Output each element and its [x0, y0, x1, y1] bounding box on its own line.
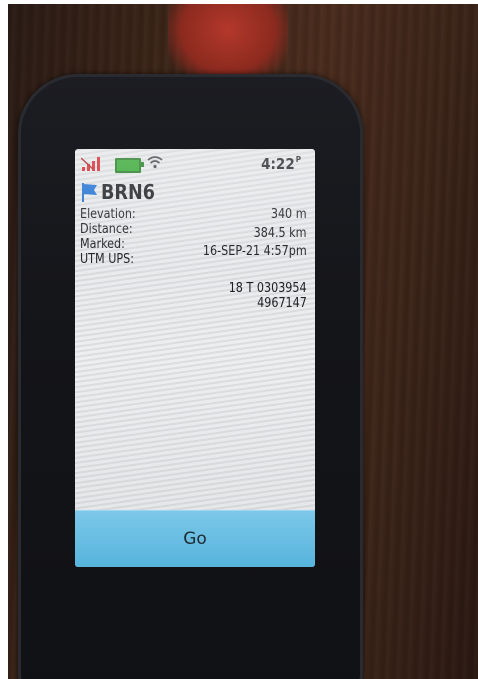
- gps-device: 4:22P BRN6 Elevation: 340 m Distance: 38…: [18, 74, 363, 679]
- clock-time: 4:22: [261, 155, 295, 173]
- distance-label: Distance:: [80, 222, 133, 237]
- utm-zone-row: 18 T 0303954: [80, 281, 307, 296]
- status-bar: 4:22P: [75, 149, 315, 177]
- elevation-value: 340 m: [271, 207, 307, 222]
- wifi-icon: [147, 156, 163, 169]
- elevation-row: Elevation: 340 m: [80, 207, 307, 222]
- marked-row: Marked: 16-SEP-21 4:57pm: [80, 237, 307, 259]
- waypoint-header: BRN6: [81, 179, 162, 205]
- photo-background: 4:22P BRN6 Elevation: 340 m Distance: 38…: [8, 4, 478, 679]
- device-screen: 4:22P BRN6 Elevation: 340 m Distance: 38…: [75, 149, 315, 567]
- elevation-label: Elevation:: [80, 207, 136, 222]
- marked-label: Marked:: [80, 237, 125, 252]
- utm-row: UTM UPS:: [80, 252, 307, 267]
- go-button[interactable]: Go: [75, 510, 315, 567]
- flag-icon: [82, 183, 97, 202]
- utm-northing-row: 4967147: [80, 296, 307, 311]
- clock-suffix: P: [295, 155, 301, 164]
- utm-zone-value: 18 T 0303954: [229, 281, 307, 296]
- waypoint-name: BRN6: [101, 180, 155, 204]
- signal-icon: [81, 157, 100, 171]
- go-label: Go: [183, 529, 207, 549]
- distance-row: Distance: 384.5 km: [80, 222, 307, 241]
- battery-icon: [115, 158, 144, 173]
- red-strap: [168, 4, 288, 84]
- utm-northing-value: 4967147: [257, 296, 307, 311]
- utm-label: UTM UPS:: [80, 252, 135, 267]
- clock: 4:22P: [261, 155, 301, 173]
